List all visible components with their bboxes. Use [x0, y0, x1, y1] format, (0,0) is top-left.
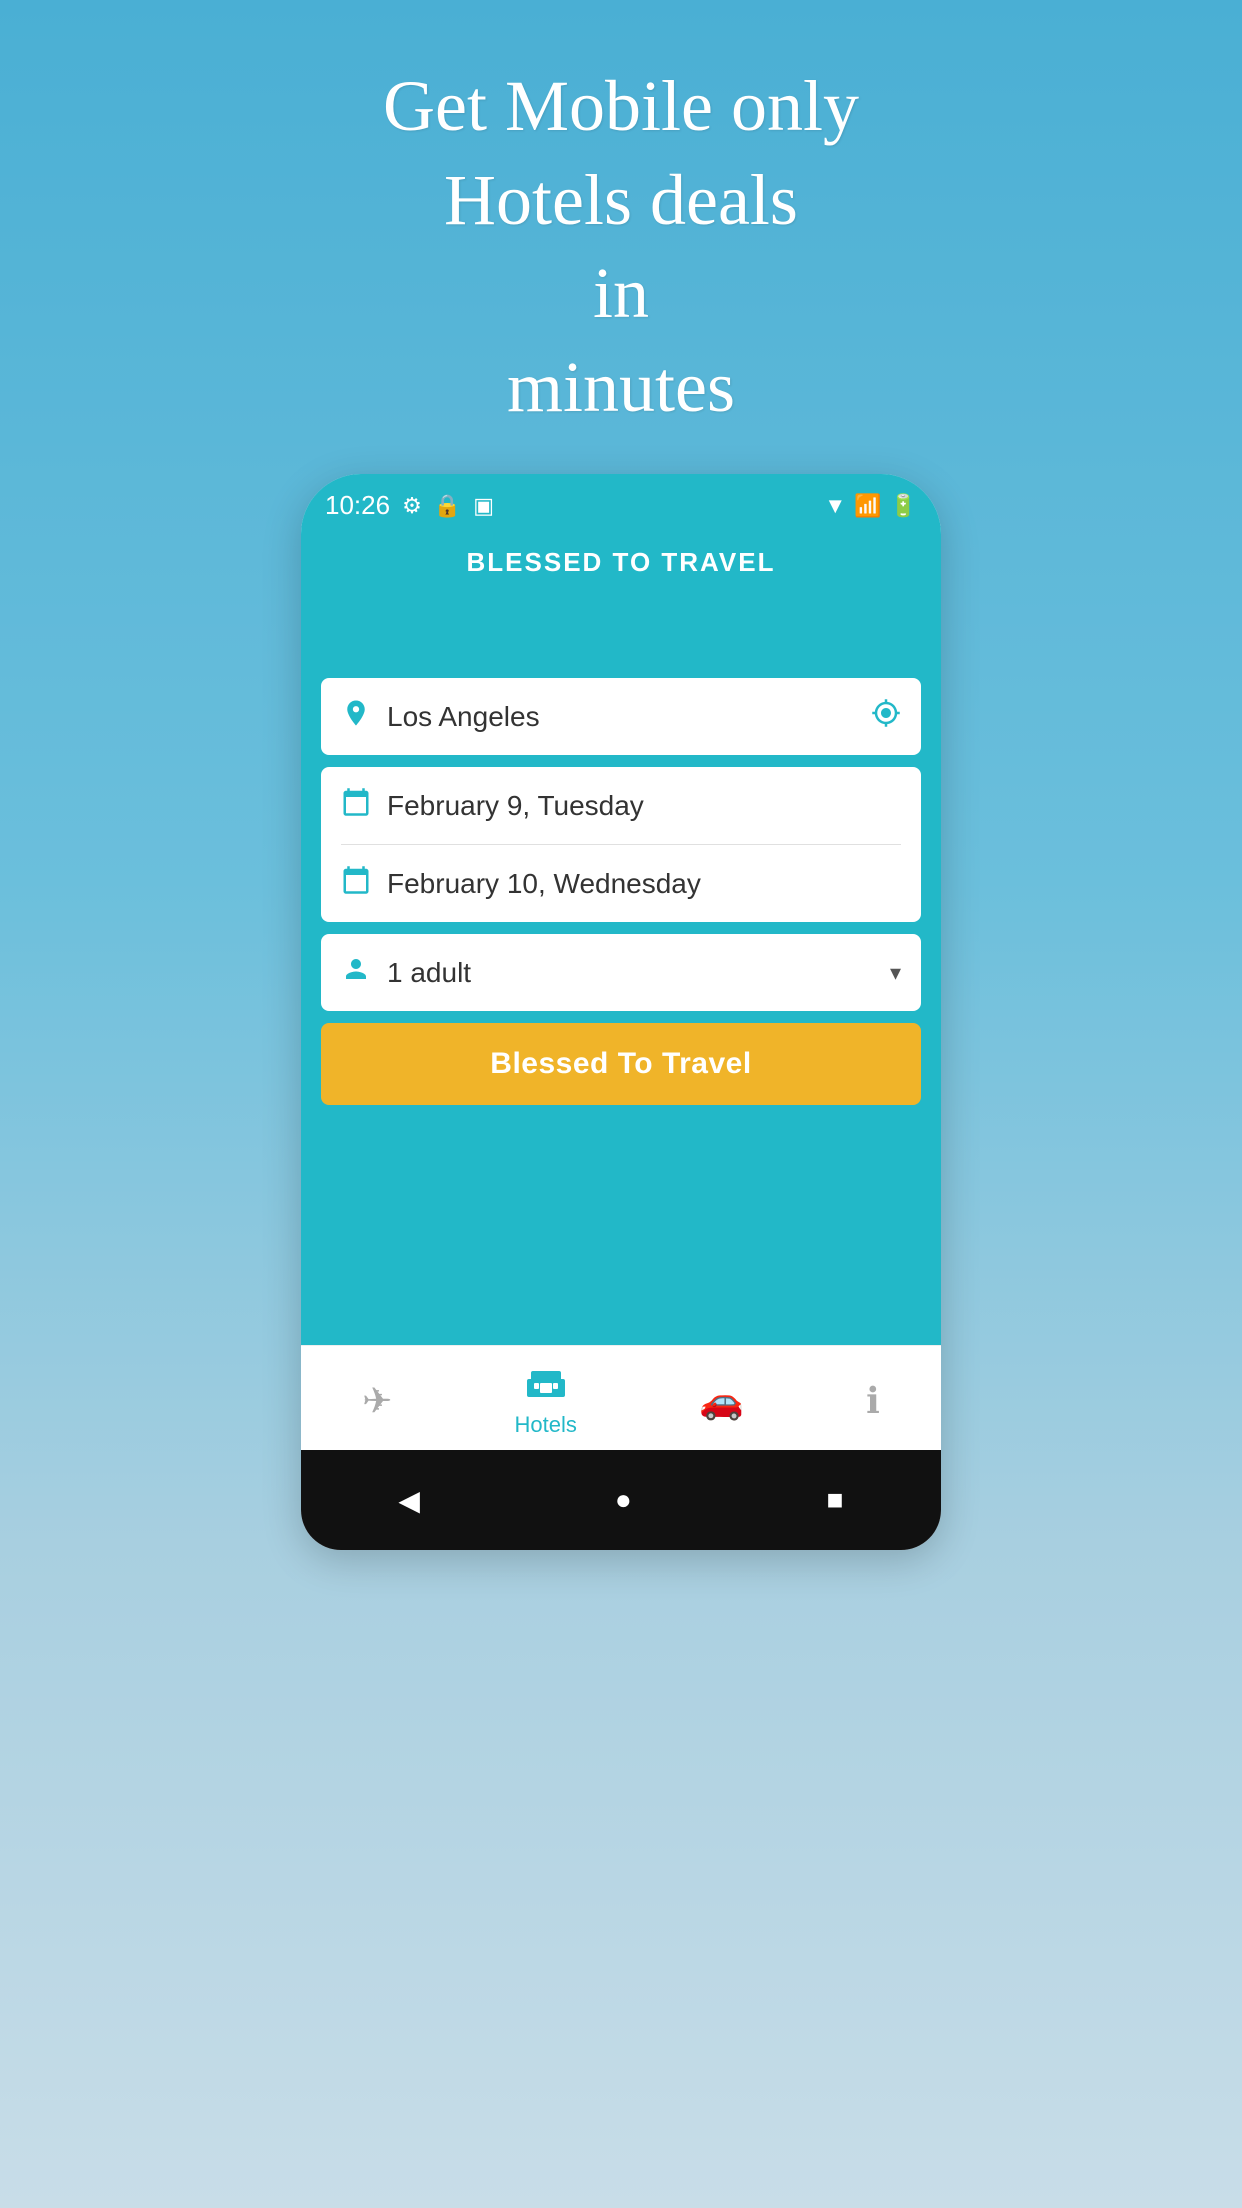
guests-value: 1 adult — [387, 957, 874, 989]
android-recents-button[interactable]: ■ — [827, 1484, 844, 1516]
status-time: 10:26 — [325, 490, 390, 521]
phone-device: 10:26 ⚙ 🔒 ▣ ▼ 📶 🔋 BLESSED TO TRAVEL — [301, 474, 941, 1550]
app-title: BLESSED TO TRAVEL — [301, 529, 941, 598]
hotels-icon — [526, 1364, 566, 1406]
teal-bottom-area — [301, 1125, 941, 1345]
android-back-button[interactable]: ◀ — [398, 1484, 420, 1517]
dropdown-icon: ▾ — [890, 960, 901, 986]
checkin-row[interactable]: February 9, Tuesday — [321, 767, 921, 844]
wifi-icon: ▼ — [824, 493, 846, 519]
nav-hotels[interactable]: Hotels — [495, 1364, 597, 1438]
signal-icon: 📶 — [854, 493, 881, 519]
checkin-date: February 9, Tuesday — [387, 790, 901, 822]
promo-line4: minutes — [507, 347, 735, 427]
battery-icon: 🔋 — [890, 493, 917, 519]
guests-card[interactable]: 1 adult ▾ — [321, 934, 921, 1011]
bottom-nav: ✈ Hotels 🚗 ℹ — [301, 1345, 941, 1450]
dates-card[interactable]: February 9, Tuesday February 10, Wednesd… — [321, 767, 921, 922]
status-bar: 10:26 ⚙ 🔒 ▣ ▼ 📶 🔋 — [301, 474, 941, 529]
person-icon — [341, 954, 371, 991]
promo-text: Get Mobile only Hotels deals in minutes — [383, 60, 859, 434]
flights-icon: ✈ — [362, 1380, 392, 1422]
checkin-calendar-icon — [341, 787, 371, 824]
location-pin-icon — [341, 698, 371, 735]
nav-cars[interactable]: 🚗 — [679, 1380, 764, 1422]
nav-flights[interactable]: ✈ — [342, 1380, 412, 1422]
target-location-icon[interactable] — [871, 698, 901, 735]
cars-icon: 🚗 — [699, 1380, 744, 1422]
checkout-row[interactable]: February 10, Wednesday — [321, 845, 921, 922]
form-area: Los Angeles Feb — [301, 678, 941, 1125]
location-card[interactable]: Los Angeles — [321, 678, 921, 755]
lock-icon: 🔒 — [434, 493, 461, 519]
android-home-button[interactable]: ● — [615, 1484, 632, 1516]
sim-icon: ▣ — [473, 493, 494, 519]
info-icon: ℹ — [866, 1380, 880, 1422]
nav-info[interactable]: ℹ — [846, 1380, 900, 1422]
location-value: Los Angeles — [387, 701, 855, 733]
hotels-label: Hotels — [515, 1412, 577, 1438]
promo-line2: Hotels deals — [444, 160, 798, 240]
search-button[interactable]: Blessed To Travel — [321, 1023, 921, 1105]
android-nav-bar: ◀ ● ■ — [301, 1450, 941, 1550]
header-spacer — [301, 598, 941, 678]
promo-line3: in — [593, 253, 649, 333]
checkout-date: February 10, Wednesday — [387, 868, 901, 900]
promo-line1: Get Mobile only — [383, 66, 859, 146]
checkout-calendar-icon — [341, 865, 371, 902]
settings-icon: ⚙ — [402, 493, 422, 519]
